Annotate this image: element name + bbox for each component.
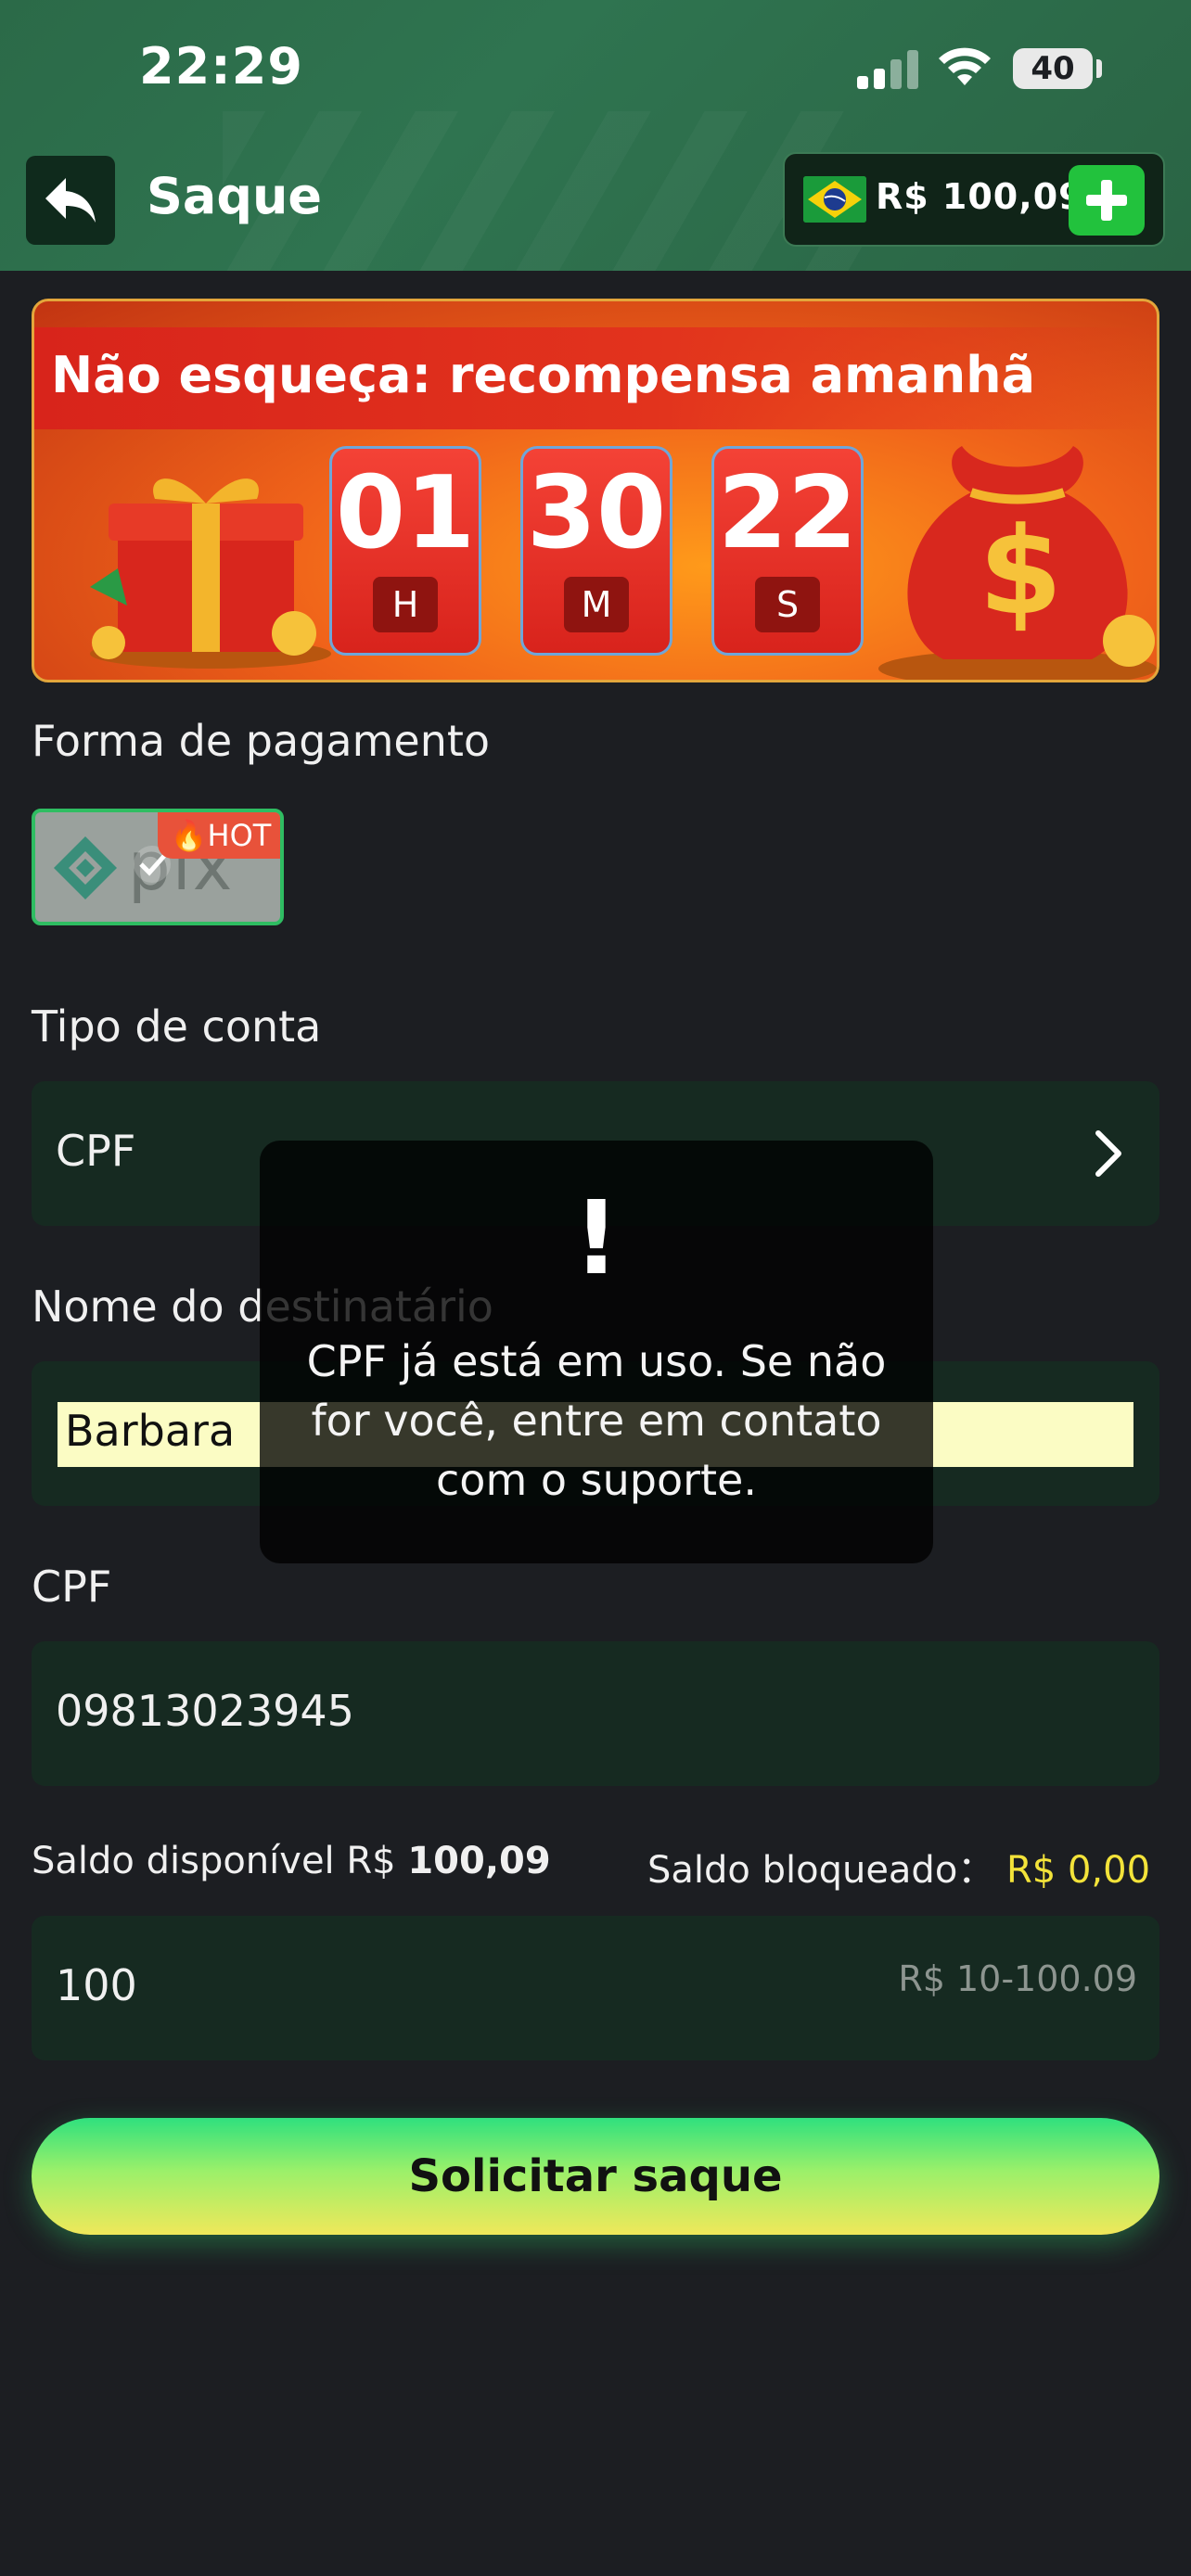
request-withdrawal-button[interactable]: Solicitar saque [32,2118,1159,2235]
error-toast-message: CPF já está em uso. Se não for você, ent… [306,1336,887,1505]
plus-icon [1086,180,1127,221]
cpf-input[interactable]: 09813023945 [32,1641,1159,1786]
reward-banner[interactable]: $ Não esqueça: recompensa amanhã 01 H 30… [32,299,1159,682]
recipient-name-value: Barbara [65,1406,236,1456]
svg-text:$: $ [979,501,1062,642]
exclamation-icon: ! [572,1179,621,1297]
battery-tip [1096,59,1102,78]
cpf-value: 09813023945 [56,1686,354,1736]
money-bag-icon: $ [878,446,1157,680]
banner-title: Não esqueça: recompensa amanhã [51,346,1036,404]
payment-method-label: Forma de pagamento [32,716,491,766]
hot-badge: 🔥HOT [158,812,280,859]
header-balance: R$ 100,09 [876,176,1084,217]
account-type-label: Tipo de conta [32,1001,322,1052]
account-type-value: CPF [56,1126,136,1176]
balance-pill[interactable]: R$ 100,09 [783,152,1165,247]
countdown-minutes-unit: M [564,577,629,632]
hot-badge-label: HOT [207,818,272,853]
blocked-balance-label: Saldo bloqueado： [647,1849,995,1892]
blocked-balance-value: R$ 0,00 [1006,1849,1151,1892]
countdown-minutes: 30 M [520,446,672,656]
cellular-signal-icon [857,48,922,89]
chevron-right-icon [1095,1130,1121,1177]
cpf-label: CPF [32,1562,112,1612]
countdown-minutes-value: 30 [526,455,667,571]
countdown-hours-value: 01 [335,455,476,571]
flame-icon: 🔥 [170,818,208,853]
wifi-icon [939,47,991,85]
back-arrow-icon [45,178,96,223]
pix-logo-icon [54,836,117,899]
battery-indicator: 40 [1013,48,1093,89]
gift-box-icon [90,478,331,669]
available-balance: Saldo disponível R$ 100,09 [32,1840,551,1882]
amount-value: 100 [56,1960,137,2010]
countdown-hours-unit: H [373,577,438,632]
brazil-flag-icon [803,176,866,223]
page-title: Saque [147,167,323,225]
payment-method-pix[interactable]: pix 🔥HOT [32,809,284,925]
back-button[interactable] [26,156,115,245]
countdown-seconds-unit: S [755,577,820,632]
available-balance-label: Saldo disponível R$ [32,1840,396,1882]
countdown-hours: 01 H [329,446,481,656]
countdown-seconds-value: 22 [717,455,858,571]
amount-range-hint: R$ 10-100.09 [898,1958,1137,1999]
status-time: 22:29 [139,37,303,96]
error-toast: ! CPF já está em uso. Se não for você, e… [260,1141,933,1563]
countdown-seconds: 22 S [711,446,864,656]
deposit-add-button[interactable] [1069,165,1145,236]
blocked-balance: Saldo bloqueado： R$ 0,00 [647,1840,1150,1894]
available-balance-value: 100,09 [407,1840,551,1882]
